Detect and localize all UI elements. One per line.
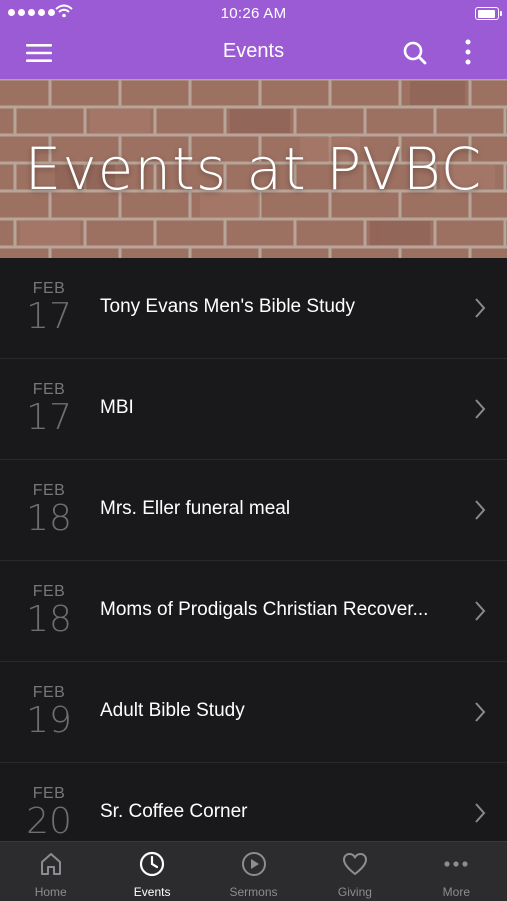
events-list: FEB 17 Tony Evans Men's Bible Study FEB … bbox=[0, 258, 507, 841]
events-banner: Events at PVBC bbox=[0, 79, 507, 258]
event-row[interactable]: FEB 20 Sr. Coffee Corner bbox=[0, 763, 507, 841]
status-time: 10:26 AM bbox=[220, 5, 287, 22]
event-title: Tony Evans Men's Bible Study bbox=[100, 296, 355, 317]
chevron-right-icon bbox=[475, 500, 486, 520]
event-title: Mrs. Eller funeral meal bbox=[100, 498, 291, 519]
event-row[interactable]: FEB 17 Tony Evans Men's Bible Study bbox=[0, 258, 507, 359]
tab-label: Sermons bbox=[229, 885, 278, 899]
nav-bar: Events bbox=[0, 26, 507, 79]
tab-sermons[interactable]: Sermons bbox=[203, 842, 304, 901]
event-title: Adult Bible Study bbox=[100, 700, 245, 721]
tab-giving[interactable]: Giving bbox=[304, 842, 405, 901]
event-row[interactable]: FEB 19 Adult Bible Study bbox=[0, 662, 507, 763]
app-header: 10:26 AM Events bbox=[0, 0, 507, 79]
event-day: 17 bbox=[26, 296, 72, 337]
home-icon bbox=[40, 853, 61, 875]
heart-icon bbox=[342, 853, 367, 875]
battery-icon bbox=[475, 7, 502, 20]
banner-title: Events at PVBC bbox=[24, 135, 483, 203]
status-bar: 10:26 AM bbox=[0, 0, 507, 26]
tab-events[interactable]: Events bbox=[101, 842, 202, 901]
tab-label: Giving bbox=[337, 885, 372, 899]
chevron-right-icon bbox=[475, 702, 486, 722]
event-row[interactable]: FEB 18 Moms of Prodigals Christian Recov… bbox=[0, 561, 507, 662]
event-day: 18 bbox=[26, 599, 72, 640]
event-row[interactable]: FEB 17 MBI bbox=[0, 359, 507, 460]
event-day: 17 bbox=[26, 397, 72, 438]
chevron-right-icon bbox=[475, 601, 486, 621]
clock-icon bbox=[140, 851, 165, 877]
chevron-right-icon bbox=[475, 298, 486, 318]
chevron-right-icon bbox=[475, 399, 486, 419]
event-day: 20 bbox=[26, 801, 72, 841]
event-day: 18 bbox=[26, 498, 72, 539]
event-title: Moms of Prodigals Christian Recover... bbox=[100, 599, 429, 620]
vertical-dots-icon[interactable] bbox=[456, 38, 480, 68]
horizontal-dots-icon bbox=[444, 861, 468, 867]
tab-label: Home bbox=[34, 885, 67, 899]
play-circle-icon bbox=[241, 852, 266, 876]
event-title: MBI bbox=[100, 397, 134, 418]
page-title: Events bbox=[222, 40, 285, 62]
tab-label: Events bbox=[133, 885, 171, 899]
tab-bar: Home Events Sermons Giving More bbox=[0, 841, 507, 901]
event-row[interactable]: FEB 18 Mrs. Eller funeral meal bbox=[0, 460, 507, 561]
event-day: 19 bbox=[26, 700, 72, 741]
tab-more[interactable]: More bbox=[406, 842, 507, 901]
tab-label: More bbox=[442, 885, 470, 899]
tab-home[interactable]: Home bbox=[0, 842, 101, 901]
event-title: Sr. Coffee Corner bbox=[100, 801, 248, 822]
chevron-right-icon bbox=[475, 803, 486, 823]
search-icon[interactable] bbox=[400, 38, 430, 68]
